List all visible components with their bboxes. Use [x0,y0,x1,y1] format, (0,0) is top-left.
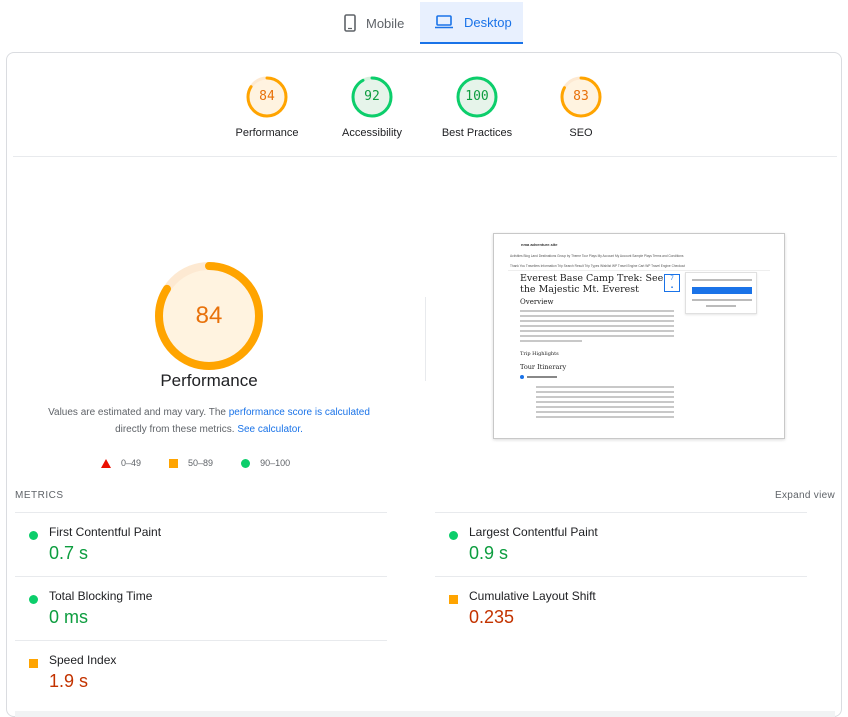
gauge-accessibility[interactable]: 92 Accessibility [322,75,422,139]
desc-text: Values are estimated and may vary. The [48,407,229,418]
pass-circle-icon [449,531,458,540]
screenshot-headline: Everest Base Camp Trek: See the Majestic… [520,273,664,295]
triangle-icon [101,458,111,468]
gauge-performance-label: Performance [235,127,299,139]
metric-largest-contentful-paint: Largest Contentful Paint 0.9 s [435,512,807,576]
metrics-column-left: First Contentful Paint 0.7 s Total Block… [15,512,387,704]
screenshot-divider [508,270,770,271]
screenshot-price-badge: 7 ▪ [664,274,680,292]
legend-average-label: 50–89 [188,458,214,468]
score-legend: 0–49 50–89 90–100 [101,456,318,470]
gauge-best-practices-score: 100 [465,89,489,104]
metric-value: 0.235 [469,607,515,627]
performance-description: Values are estimated and may vary. The p… [21,404,397,438]
screenshot-tour-itinerary: Tour Itinerary [520,363,567,371]
metric-value: 0 ms [49,607,89,627]
tab-mobile-label: Mobile [366,15,405,31]
screenshot-step-line [527,376,557,378]
metric-total-blocking-time: Total Blocking Time 0 ms [15,576,387,640]
metric-name: Speed Index [49,653,117,667]
score-calculated-link[interactable]: performance score is calculated [229,407,370,418]
tab-desktop-label: Desktop [464,14,512,30]
screenshot-step-dot [520,375,524,379]
metric-name: Largest Contentful Paint [469,525,598,539]
legend-average: 50–89 [169,458,213,468]
booking-button [692,287,752,294]
screenshot-site-name: nma adventure.site [521,242,558,247]
booking-text-line [692,279,752,281]
booking-text-line [692,299,752,301]
metric-value: 0.7 s [49,543,89,563]
bottom-section-edge [15,711,835,717]
desc-text-2: directly from these metrics. [115,424,238,435]
metrics-title: METRICS [15,490,64,501]
screenshot-paragraph-2 [536,386,674,421]
metric-speed-index: Speed Index 1.9 s [15,640,387,704]
tab-mobile[interactable]: Mobile [330,2,418,44]
gauge-seo[interactable]: 83 SEO [531,75,631,139]
screenshot-booking-box [685,272,757,314]
report-card: 84 Performance 92 Accessibility 100 Best… [6,52,842,717]
performance-title: Performance [160,371,258,390]
vertical-divider [425,297,426,381]
metric-name: Total Blocking Time [49,589,153,603]
gauge-performance-score: 84 [259,89,275,104]
square-icon [169,458,179,468]
legend-good-label: 90–100 [260,458,291,468]
circle-icon [241,458,251,468]
phone-icon [344,14,356,32]
metric-cumulative-layout-shift: Cumulative Layout Shift 0.235 [435,576,807,640]
legend-poor: 0–49 [101,458,141,468]
gauge-seo-label: SEO [569,127,593,139]
tab-desktop[interactable]: Desktop [420,2,523,44]
screenshot-nav-row-2: Thank You Travellers Information Trip Se… [510,264,686,268]
gauge-best-practices[interactable]: 100 Best Practices [427,75,527,139]
booking-text-line [706,305,736,307]
divider [13,156,837,157]
gauge-accessibility-label: Accessibility [342,127,402,139]
screenshot-paragraph [520,310,674,345]
category-gauges: 84 Performance 92 Accessibility 100 Best… [7,75,843,155]
pass-circle-icon [29,531,38,540]
metric-name: First Contentful Paint [49,525,162,539]
device-tabs: Mobile Desktop [0,0,848,46]
page-screenshot[interactable]: nma adventure.site Activities Blog Land … [493,233,785,439]
metric-value: 1.9 s [49,671,89,691]
performance-big-gauge: 84 [153,260,265,372]
gauge-seo-score: 83 [573,89,589,104]
metric-name: Cumulative Layout Shift [469,589,596,603]
expand-view-toggle[interactable]: Expand view [775,490,835,501]
gauge-accessibility-score: 92 [364,89,380,104]
gauge-performance[interactable]: 84 Performance [217,75,317,139]
performance-big-score: 84 [195,302,223,329]
gauge-best-practices-label: Best Practices [441,127,513,139]
legend-good: 90–100 [241,458,290,468]
legend-poor-label: 0–49 [121,458,142,468]
average-square-icon [29,659,38,668]
average-square-icon [449,595,458,604]
see-calculator-link[interactable]: See calculator. [237,424,303,435]
screenshot-nav-row-1: Activities Blog Land Destinations Group … [510,254,684,258]
screenshot-overview: Overview [520,298,554,306]
screenshot-trip-highlights: Trip Highlights [520,351,559,357]
laptop-icon [434,15,454,29]
metric-value: 0.9 s [469,543,509,563]
pass-circle-icon [29,595,38,604]
metric-first-contentful-paint: First Contentful Paint 0.7 s [15,512,387,576]
metrics-column-right: Largest Contentful Paint 0.9 s Cumulativ… [435,512,807,640]
metrics-header: METRICS Expand view [15,490,835,504]
